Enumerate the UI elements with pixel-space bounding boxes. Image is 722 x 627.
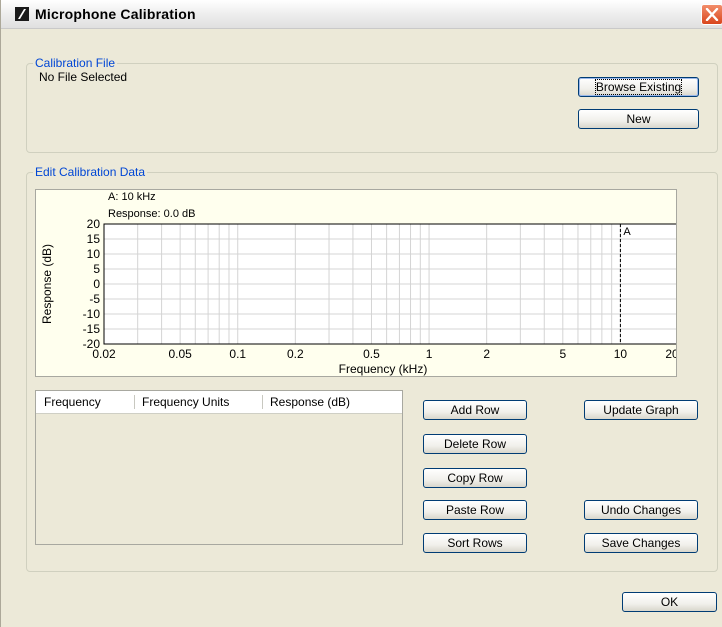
- x-tick-label: 1: [426, 347, 433, 361]
- x-tick-label: 0.05: [168, 347, 192, 361]
- y-tick-label: 5: [93, 262, 100, 276]
- x-tick-label: 0.1: [229, 347, 246, 361]
- edit-calibration-data-legend: Edit Calibration Data: [33, 165, 148, 179]
- y-tick-label: -15: [83, 322, 101, 336]
- column-header-frequency-units[interactable]: Frequency Units: [142, 395, 229, 409]
- x-tick-label: 5: [559, 347, 566, 361]
- paste-row-button[interactable]: Paste Row: [423, 500, 527, 520]
- column-divider[interactable]: [134, 395, 135, 409]
- y-axis-label: Response (dB): [40, 244, 54, 324]
- table-header: Frequency Frequency Units Response (dB): [36, 391, 402, 414]
- copy-row-button[interactable]: Copy Row: [423, 468, 527, 488]
- frequency-response-chart[interactable]: A: 10 kHz Response: 0.0 dB 20 15 10 5 0 -5 -10…: [35, 189, 677, 377]
- sort-rows-button[interactable]: Sort Rows: [423, 533, 527, 553]
- column-divider[interactable]: [262, 395, 263, 409]
- y-tick-label: -5: [89, 292, 100, 306]
- y-tick-label: 10: [87, 247, 101, 261]
- x-tick-label: 20: [665, 347, 676, 361]
- file-status-label: No File Selected: [39, 70, 128, 84]
- edit-calibration-data-group: Edit Calibration Data A: 10 kHz Response…: [26, 165, 718, 572]
- undo-changes-button[interactable]: Undo Changes: [584, 500, 698, 520]
- y-tick-label: 20: [87, 217, 101, 231]
- column-header-frequency[interactable]: Frequency: [44, 395, 101, 409]
- x-tick-label: 0.5: [363, 347, 380, 361]
- calibration-file-group: Calibration File No File Selected Browse…: [26, 56, 718, 153]
- x-tick-label: 2: [483, 347, 490, 361]
- microphone-calibration-window: Microphone Calibration Calibration File …: [0, 0, 722, 627]
- x-tick-label: 0.2: [287, 347, 304, 361]
- y-tick-label: -10: [83, 307, 101, 321]
- calibration-file-legend: Calibration File: [33, 56, 118, 70]
- update-graph-button[interactable]: Update Graph: [584, 400, 698, 420]
- ok-button[interactable]: OK: [622, 592, 717, 612]
- calibration-table[interactable]: Frequency Frequency Units Response (dB): [35, 390, 403, 545]
- add-row-button[interactable]: Add Row: [423, 400, 527, 420]
- close-icon[interactable]: [701, 4, 722, 25]
- y-tick-label: 0: [93, 277, 100, 291]
- browse-existing-label: Browse Existing: [594, 79, 683, 95]
- column-header-response[interactable]: Response (dB): [270, 395, 350, 409]
- save-changes-button[interactable]: Save Changes: [584, 533, 698, 553]
- x-tick-label: 10: [614, 347, 628, 361]
- x-axis-label: Frequency (kHz): [339, 362, 428, 376]
- delete-row-button[interactable]: Delete Row: [423, 434, 527, 454]
- marker-label: A: [623, 226, 631, 238]
- new-file-button[interactable]: New: [578, 109, 699, 129]
- title-bar[interactable]: Microphone Calibration: [1, 0, 722, 29]
- chart-plot: 20151050-5-10-15-200.02 0.05 0.1 0.2 0.5 1 2 5 1…: [40, 217, 676, 376]
- browse-existing-button[interactable]: Browse Existing: [578, 77, 699, 97]
- app-logo-icon: [15, 7, 29, 21]
- x-tick-label: 0.02: [92, 347, 116, 361]
- window-title: Microphone Calibration: [35, 6, 196, 22]
- y-tick-label: 15: [87, 232, 101, 246]
